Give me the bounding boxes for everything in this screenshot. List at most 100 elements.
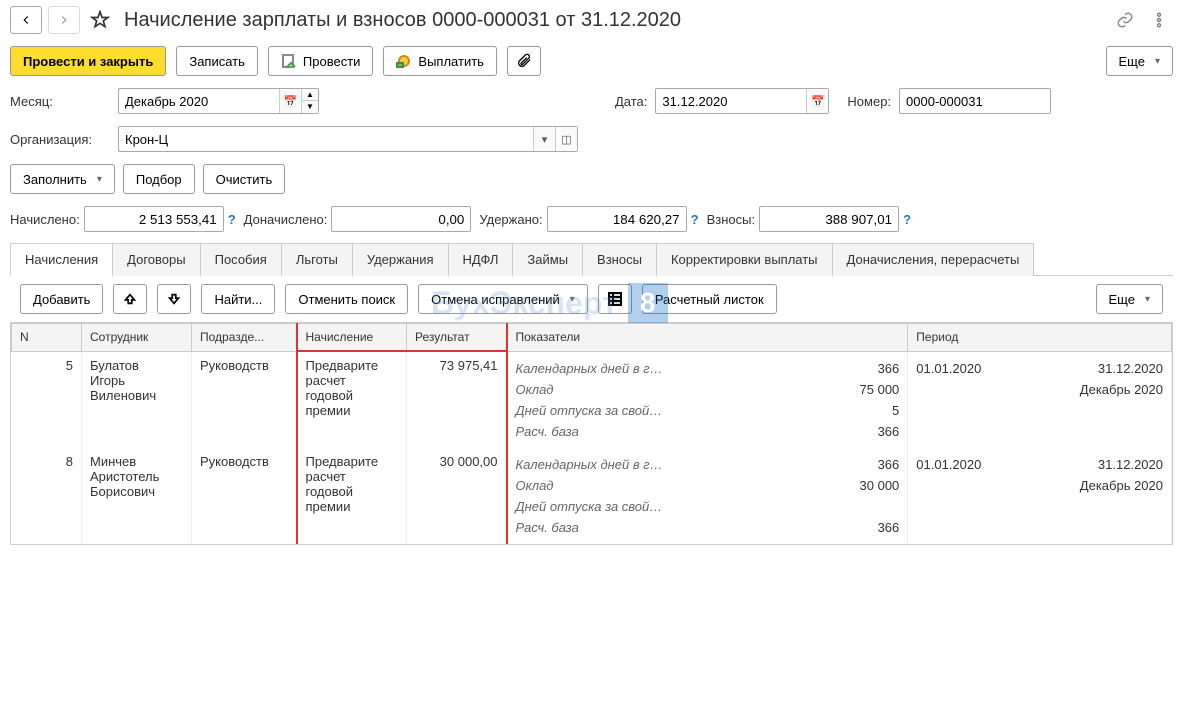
indicator-label: Оклад [516, 478, 554, 493]
more-button[interactable]: Еще [1106, 46, 1173, 76]
number-input-wrap [899, 88, 1051, 114]
tab-5[interactable]: НДФЛ [448, 243, 514, 276]
cell-department: Руководств [192, 448, 297, 544]
post-button[interactable]: Провести [268, 46, 374, 76]
accrued-label: Начислено: [10, 212, 80, 227]
org-open-button[interactable]: ◫ [555, 127, 577, 151]
tab-3[interactable]: Льготы [281, 243, 353, 276]
tab-9[interactable]: Доначисления, перерасчеты [832, 243, 1035, 276]
accrued-value[interactable] [84, 206, 224, 232]
col-accrual-header[interactable]: Начисление [297, 324, 407, 352]
cancel-search-button[interactable]: Отменить поиск [285, 284, 408, 314]
withheld-value[interactable] [547, 206, 687, 232]
tab-more-button[interactable]: Еще [1096, 284, 1163, 314]
period-to: Декабрь 2020 [1080, 382, 1163, 397]
contrib-help-icon[interactable]: ? [903, 212, 911, 227]
accrued-help-icon[interactable]: ? [228, 212, 236, 227]
tab-4[interactable]: Удержания [352, 243, 449, 276]
cancel-corrections-button[interactable]: Отмена исправлений [418, 284, 588, 314]
indicator-value: 366 [878, 457, 900, 472]
indicator-value: 366 [878, 361, 900, 376]
save-button[interactable]: Записать [176, 46, 258, 76]
clear-button[interactable]: Очистить [203, 164, 286, 194]
indicator-label: Дней отпуска за свой… [516, 403, 663, 418]
table-row[interactable]: 8МинчевАристотельБорисовичРуководствПред… [12, 448, 1172, 544]
indicator-label: Календарных дней в г… [516, 361, 663, 376]
payslip-button[interactable]: Расчетный листок [642, 284, 777, 314]
cell-employee: БулатовИгорьВиленович [82, 351, 192, 448]
withheld-help-icon[interactable]: ? [691, 212, 699, 227]
pay-icon [396, 53, 412, 69]
pay-button[interactable]: Выплатить [383, 46, 497, 76]
find-button[interactable]: Найти... [201, 284, 275, 314]
cell-result: 73 975,41 [407, 351, 507, 448]
month-input-wrap: 📅 ▲ ▼ [118, 88, 319, 114]
select-button[interactable]: Подбор [123, 164, 195, 194]
col-period-header[interactable]: Период [908, 324, 1172, 352]
indicator-label: Расч. база [516, 520, 579, 535]
move-down-button[interactable] [157, 284, 191, 314]
period-from: 01.01.2020 [916, 361, 981, 376]
tab-2[interactable]: Пособия [200, 243, 282, 276]
post-and-close-button[interactable]: Провести и закрыть [10, 46, 166, 76]
col-result-header[interactable]: Результат [407, 324, 507, 352]
col-indicators-header[interactable]: Показатели [507, 324, 908, 352]
col-department-header[interactable]: Подразде... [192, 324, 297, 352]
cell-indicators: Календарных дней в г…366Оклад75 000Дней … [507, 351, 908, 448]
month-down-button[interactable]: ▼ [302, 101, 318, 113]
link-icon[interactable] [1111, 6, 1139, 34]
favorite-icon[interactable] [86, 6, 114, 34]
number-label: Номер: [847, 94, 891, 109]
move-up-button[interactable] [113, 284, 147, 314]
cell-n: 5 [12, 351, 82, 448]
date-calendar-button[interactable]: 📅 [806, 89, 828, 113]
month-up-button[interactable]: ▲ [302, 89, 318, 101]
indicator-value: 75 000 [860, 382, 900, 397]
cell-indicators: Календарных дней в г…366Оклад30 000Дней … [507, 448, 908, 544]
period-from: 01.01.2020 [916, 457, 981, 472]
number-input[interactable] [900, 89, 1050, 113]
attachment-button[interactable] [507, 46, 541, 76]
indicator-value: 5 [892, 403, 899, 418]
kebab-icon[interactable] [1145, 6, 1173, 34]
cell-accrual: Предваритерасчетгодовойпремии [297, 351, 407, 448]
cell-n: 8 [12, 448, 82, 544]
page-title: Начисление зарплаты и взносов 0000-00003… [124, 9, 1105, 32]
tab-1[interactable]: Договоры [112, 243, 200, 276]
additional-label: Доначислено: [244, 212, 328, 227]
contrib-value[interactable] [759, 206, 899, 232]
indicator-value: 366 [878, 520, 900, 535]
date-input[interactable] [656, 89, 806, 113]
fill-button[interactable]: Заполнить [10, 164, 115, 194]
tab-8[interactable]: Корректировки выплаты [656, 243, 833, 276]
org-dropdown-button[interactable]: ▾ [533, 127, 555, 151]
org-input-wrap: ▾ ◫ [118, 126, 578, 152]
forward-button[interactable] [48, 6, 80, 34]
grid-settings-button[interactable] [598, 284, 632, 314]
cell-accrual: Предваритерасчетгодовойпремии [297, 448, 407, 544]
org-input[interactable] [119, 127, 533, 151]
tab-6[interactable]: Займы [512, 243, 583, 276]
add-button[interactable]: Добавить [20, 284, 103, 314]
month-calendar-button[interactable]: 📅 [279, 89, 301, 113]
tab-0[interactable]: Начисления [10, 243, 113, 276]
table-row[interactable]: 5БулатовИгорьВиленовичРуководствПредвари… [12, 351, 1172, 448]
cell-department: Руководств [192, 351, 297, 448]
cell-result: 30 000,00 [407, 448, 507, 544]
indicator-label: Календарных дней в г… [516, 457, 663, 472]
indicator-value: 366 [878, 424, 900, 439]
month-label: Месяц: [10, 94, 110, 109]
additional-value[interactable] [331, 206, 471, 232]
date-input-wrap: 📅 [655, 88, 829, 114]
indicator-label: Расч. база [516, 424, 579, 439]
indicator-label: Дней отпуска за свой… [516, 499, 663, 514]
back-button[interactable] [10, 6, 42, 34]
period-to: 31.12.2020 [1098, 361, 1163, 376]
period-to: 31.12.2020 [1098, 457, 1163, 472]
tabs: НачисленияДоговорыПособияЛьготыУдержания… [10, 242, 1173, 276]
col-n-header[interactable]: N [12, 324, 82, 352]
month-input[interactable] [119, 89, 279, 113]
col-employee-header[interactable]: Сотрудник [82, 324, 192, 352]
date-label: Дата: [615, 94, 647, 109]
tab-7[interactable]: Взносы [582, 243, 657, 276]
